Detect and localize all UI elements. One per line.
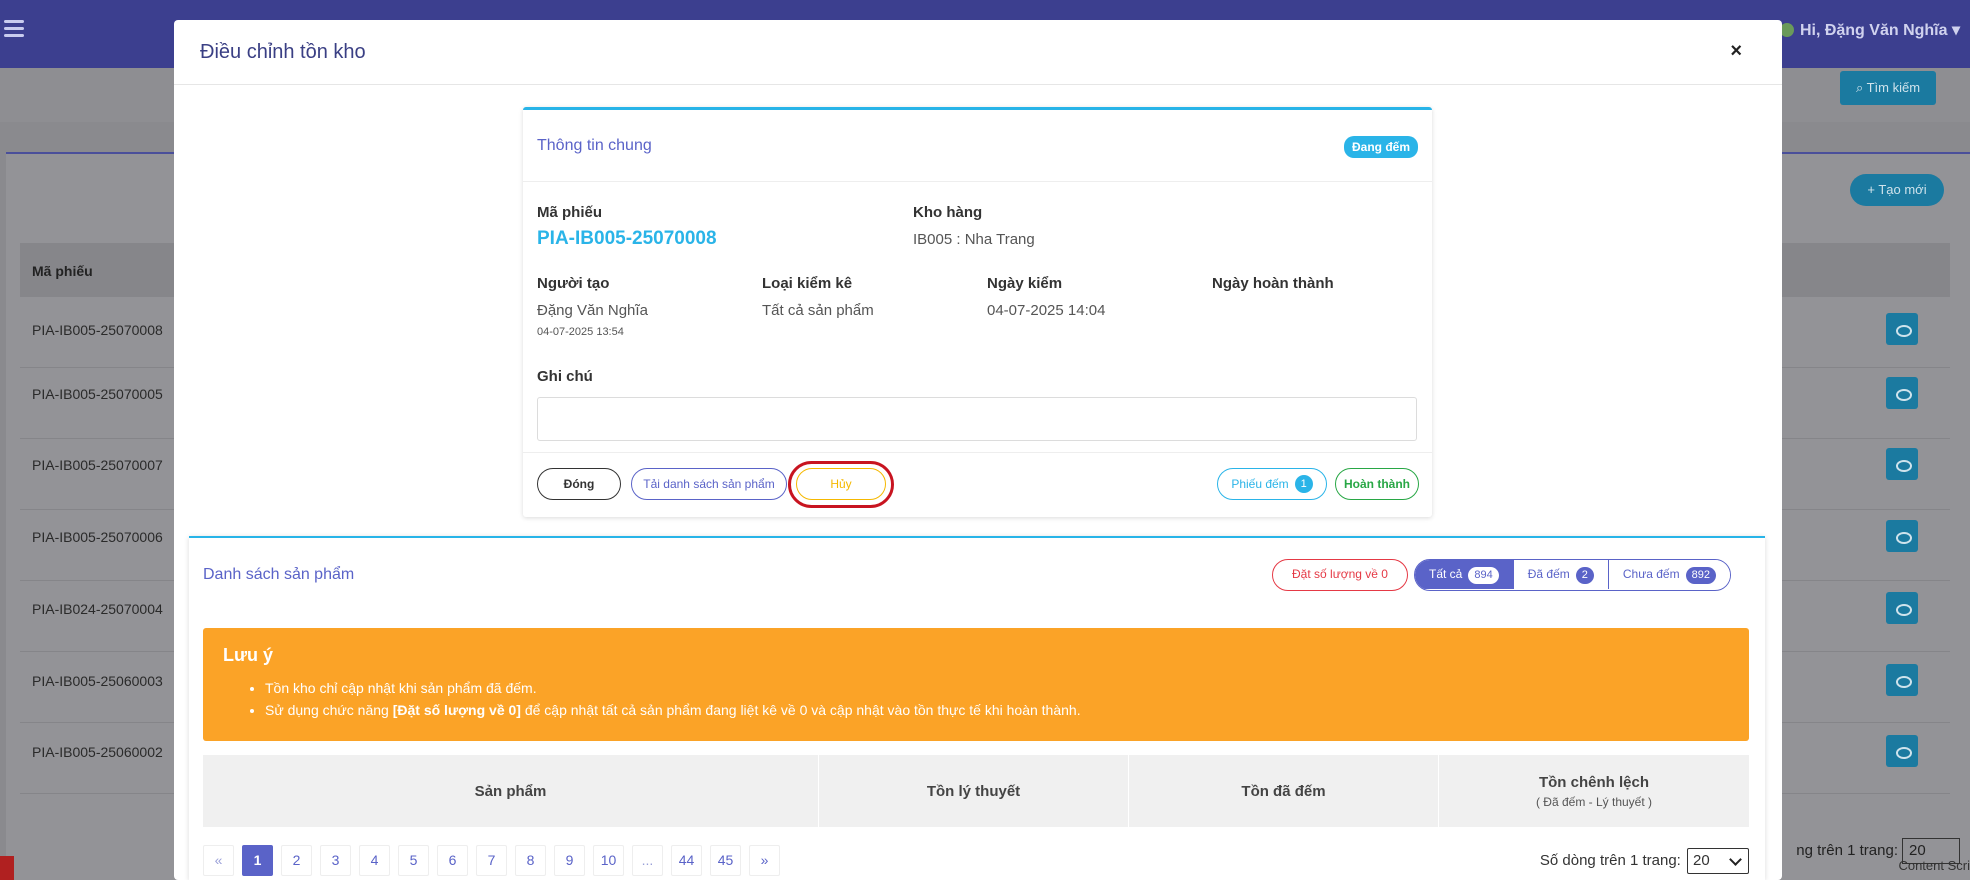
page-button[interactable]: 1 — [242, 845, 273, 876]
row-code: PIA-IB024-25070004 — [32, 601, 163, 617]
done-date-label: Ngày hoàn thành — [1212, 275, 1334, 292]
alert-item: Sử dụng chức năng [Đặt số lượng về 0] để… — [265, 702, 1081, 718]
extension-marker — [0, 856, 14, 880]
page-button[interactable]: 6 — [437, 845, 468, 876]
content-script-label: Content Scri — [1898, 858, 1970, 873]
download-products-button[interactable]: Tải danh sách sản phẩm — [631, 468, 787, 500]
view-eye-icon[interactable] — [1886, 592, 1918, 624]
count-sheet-badge: 1 — [1294, 475, 1313, 493]
view-eye-icon[interactable] — [1886, 448, 1918, 480]
rows-per-page-select[interactable]: 20 — [1687, 848, 1749, 874]
view-eye-icon[interactable] — [1886, 313, 1918, 345]
filter-count: 2 — [1575, 567, 1594, 584]
alert-item: Tồn kho chỉ cập nhật khi sản phẩm đã đếm… — [265, 680, 1081, 696]
column-counted: Tồn đã đếm — [1129, 755, 1439, 827]
type-value: Tất cả sản phẩm — [762, 302, 874, 319]
pagination: « 1 2 3 4 5 6 7 8 9 10 ... 44 45 » — [203, 845, 780, 876]
prev-page-button[interactable]: « — [203, 845, 234, 876]
warehouse-value: IB005 : Nha Trang — [913, 231, 1035, 248]
count-date-label: Ngày kiểm — [987, 275, 1063, 292]
info-card-header: Thông tin chung Đang đếm — [523, 110, 1432, 182]
creator-value: Đặng Văn Nghĩa — [537, 302, 648, 319]
next-page-button[interactable]: » — [749, 845, 780, 876]
page-button[interactable]: 3 — [320, 845, 351, 876]
general-info-card: Thông tin chung Đang đếm Mã phiếu PIA-IB… — [523, 107, 1432, 517]
modal-header: Điều chỉnh tồn kho × — [174, 20, 1782, 85]
user-menu[interactable]: Hi, Đặng Văn Nghĩa ▾ — [1779, 20, 1960, 40]
alert-title: Lưu ý — [223, 645, 274, 665]
column-theoretical: Tồn lý thuyết — [819, 755, 1129, 827]
row-code: PIA-IB005-25070005 — [32, 386, 163, 402]
pagination-bar: « 1 2 3 4 5 6 7 8 9 10 ... 44 45 » Số dò… — [189, 842, 1765, 880]
page-button[interactable]: 5 — [398, 845, 429, 876]
filter-uncounted[interactable]: Chưa đếm 892 — [1607, 560, 1730, 589]
avatar-icon — [1779, 23, 1794, 37]
set-zero-button[interactable]: Đặt số lượng về 0 — [1272, 559, 1408, 591]
view-eye-icon[interactable] — [1886, 664, 1918, 696]
view-eye-icon[interactable] — [1886, 520, 1918, 552]
count-date-value: 04-07-2025 14:04 — [987, 302, 1106, 319]
row-code: PIA-IB005-25060002 — [32, 744, 163, 760]
code-value: PIA-IB005-25070008 — [537, 228, 717, 249]
product-list-title: Danh sách sản phẩm — [203, 566, 355, 583]
search-button[interactable]: ⌕ Tìm kiếm — [1840, 71, 1936, 105]
column-header-code: Mã phiếu — [32, 263, 93, 279]
view-eye-icon[interactable] — [1886, 377, 1918, 409]
filter-count: 892 — [1685, 567, 1716, 584]
filter-tabs: Tất cả 894 Đã đếm 2 Chưa đếm 892 — [1414, 559, 1731, 591]
row-code: PIA-IB005-25070006 — [32, 529, 163, 545]
page-button[interactable]: 7 — [476, 845, 507, 876]
info-card-title: Thông tin chung — [537, 137, 652, 154]
product-list-card: Danh sách sản phẩm Đặt số lượng về 0 Tất… — [189, 536, 1765, 880]
product-table-header: Sản phẩm Tồn lý thuyết Tồn đã đếm Tồn ch… — [203, 755, 1749, 827]
complete-button[interactable]: Hoàn thành — [1335, 468, 1419, 500]
created-at: 04-07-2025 13:54 — [537, 326, 624, 338]
code-label: Mã phiếu — [537, 204, 603, 221]
alert-list: Tồn kho chỉ cập nhật khi sản phẩm đã đếm… — [265, 680, 1081, 724]
view-eye-icon[interactable] — [1886, 735, 1918, 767]
page-button[interactable]: 45 — [710, 845, 741, 876]
modal-title: Điều chỉnh tồn kho — [200, 41, 366, 63]
notice-alert: Lưu ý Tồn kho chỉ cập nhật khi sản phẩm … — [203, 628, 1749, 741]
rows-per-page: Số dòng trên 1 trang: 20 — [1540, 848, 1749, 874]
close-icon[interactable]: × — [1730, 40, 1742, 63]
row-code: PIA-IB005-25070007 — [32, 457, 163, 473]
create-button[interactable]: + Tạo mới — [1850, 174, 1944, 206]
hamburger-menu-icon[interactable] — [4, 20, 24, 40]
creator-label: Người tạo — [537, 275, 610, 292]
inventory-adjustment-modal: Điều chỉnh tồn kho × Thông tin chung Đan… — [174, 20, 1782, 880]
column-product: Sản phẩm — [203, 755, 819, 827]
type-label: Loại kiểm kê — [762, 275, 853, 292]
cancel-button[interactable]: Hủy — [796, 468, 886, 500]
row-code: PIA-IB005-25060003 — [32, 673, 163, 689]
column-difference: Tồn chênh lệch( Đã đếm - Lý thuyết ) — [1535, 773, 1653, 809]
row-code: PIA-IB005-25070008 — [32, 322, 163, 338]
page-button[interactable]: 8 — [515, 845, 546, 876]
page-button[interactable]: 10 — [593, 845, 624, 876]
page-button[interactable]: 2 — [281, 845, 312, 876]
page-button[interactable]: 9 — [554, 845, 585, 876]
close-button[interactable]: Đóng — [537, 468, 621, 500]
count-sheet-button[interactable]: Phiếu đếm 1 — [1217, 468, 1327, 500]
page-button[interactable]: 4 — [359, 845, 390, 876]
status-badge: Đang đếm — [1343, 136, 1418, 158]
note-input[interactable] — [537, 397, 1417, 441]
page-ellipsis: ... — [632, 845, 663, 876]
filter-all[interactable]: Tất cả 894 — [1415, 560, 1513, 589]
filter-counted[interactable]: Đã đếm 2 — [1512, 560, 1608, 589]
page-button[interactable]: 44 — [671, 845, 702, 876]
divider — [523, 452, 1432, 453]
filter-count: 894 — [1468, 567, 1499, 584]
note-label: Ghi chú — [537, 368, 593, 385]
warehouse-label: Kho hàng — [913, 204, 983, 221]
